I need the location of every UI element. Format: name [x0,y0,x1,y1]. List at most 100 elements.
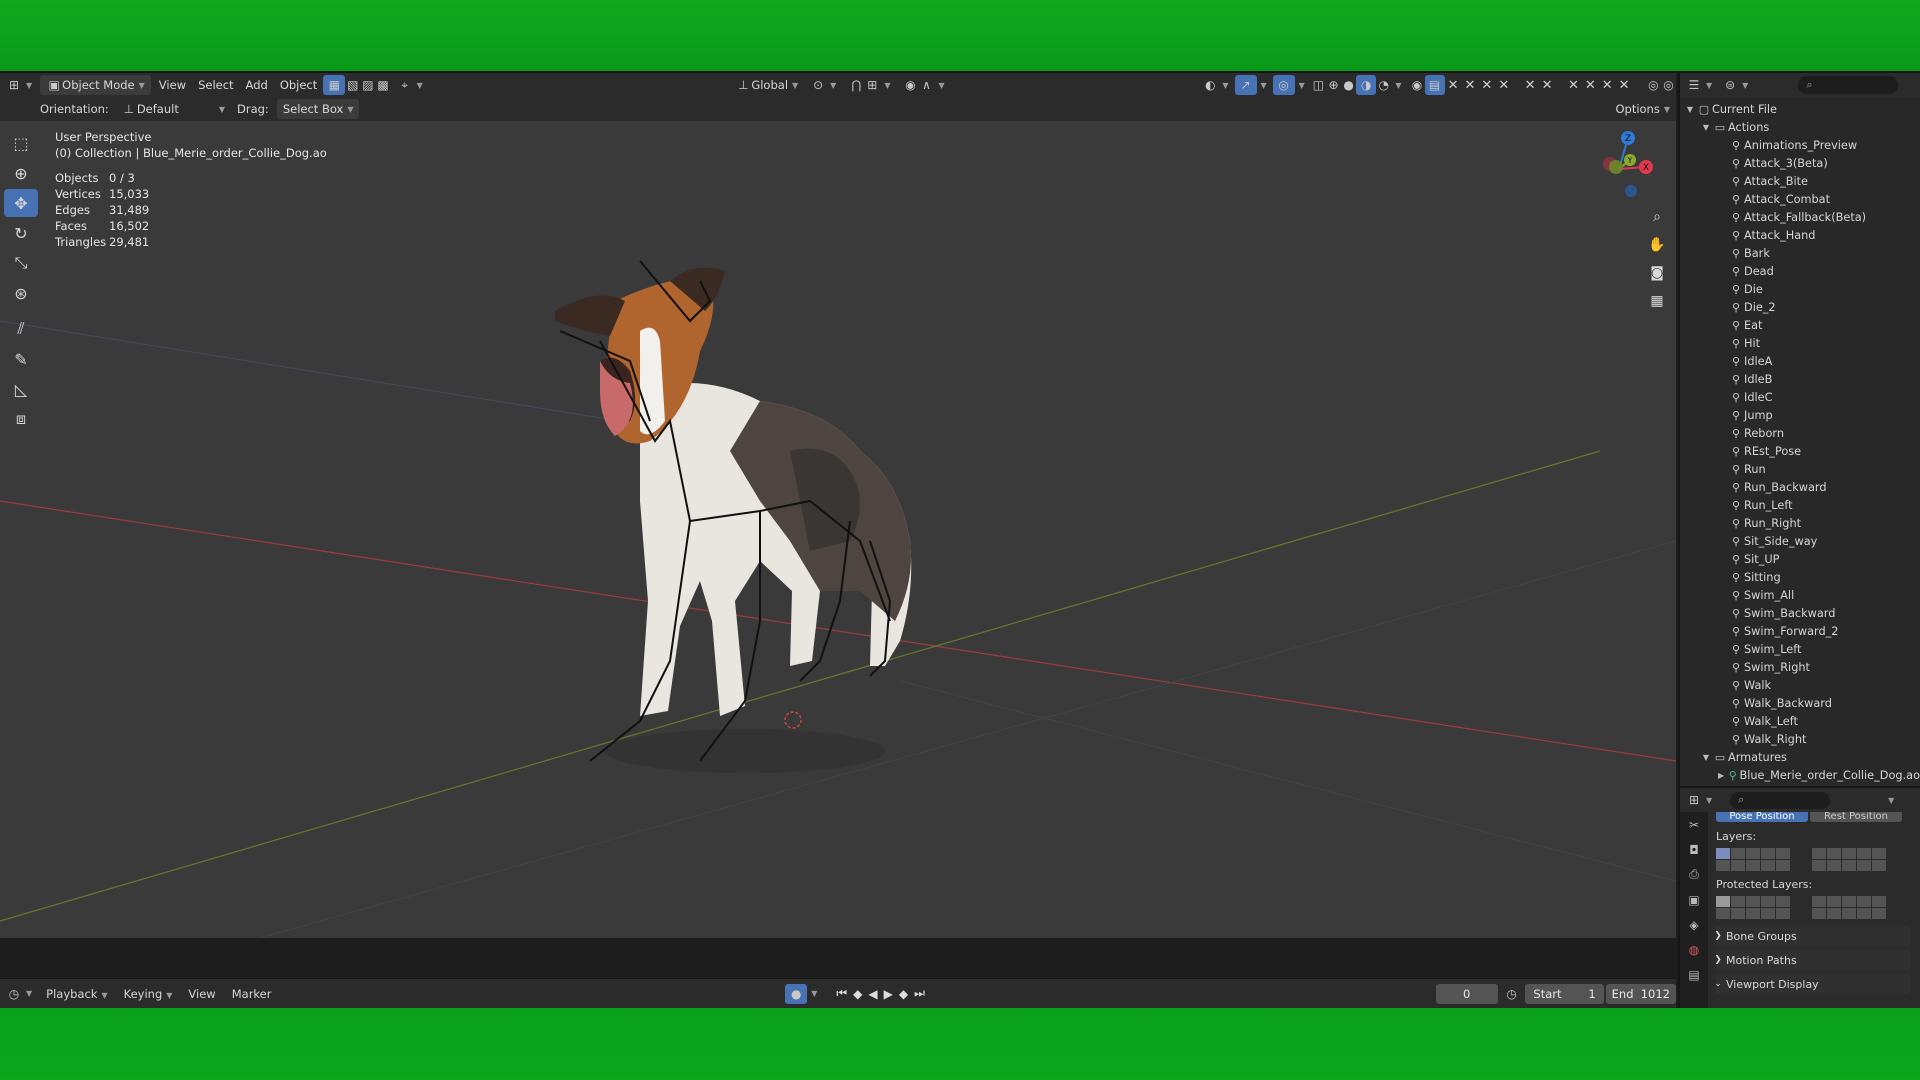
collection-tab-icon[interactable]: ▤ [1680,962,1708,987]
layers-grid-right[interactable] [1812,848,1886,871]
pan-hand-icon[interactable]: ✋ [1645,233,1669,257]
action-item[interactable]: ⚲ Hit [1680,334,1920,352]
jump-start-icon[interactable]: ⏮ [836,986,847,1001]
tree-root[interactable]: ▼ ▢ Current File [1680,100,1920,118]
action-item[interactable]: ⚲ Sit_UP [1680,550,1920,568]
viewport-display-panel[interactable]: ⌄ Viewport Display [1716,974,1910,994]
protected-layers-grid-right[interactable] [1812,896,1886,919]
outliner-editor-icon[interactable]: ☰ [1686,77,1702,93]
rest-position-button[interactable]: Rest Position [1810,812,1902,822]
select-box-tool[interactable]: ⬚ [4,129,38,157]
display-mode-icon[interactable]: ⊜ [1722,77,1738,93]
play-reverse-icon[interactable]: ◀ [868,987,877,1001]
jump-end-icon[interactable]: ⏭ [914,986,925,1001]
close-icon[interactable]: ✕ [1568,78,1579,93]
select-new-button[interactable]: ▦ [323,75,346,95]
select-invert-icon[interactable]: ▩ [376,77,391,93]
action-item[interactable]: ⚲ Walk_Right [1680,730,1920,748]
actions-group[interactable]: ▼ ▭ Actions [1680,118,1920,136]
render-region-icon[interactable]: ◎ [1646,77,1661,93]
output-tab-icon[interactable]: ⎙ [1680,862,1708,887]
properties-editor-icon[interactable]: ⊞ [1686,792,1702,808]
action-item[interactable]: ⚲ Attack_Fallback(Beta) [1680,208,1920,226]
playback-menu[interactable]: Playback ▼ [38,987,115,1001]
camera-icon[interactable]: ◙ [1645,261,1669,285]
action-item[interactable]: ⚲ Bark [1680,244,1920,262]
action-item[interactable]: ⚲ Swim_Backward [1680,604,1920,622]
select-menu[interactable]: Select [192,75,239,95]
select-extend-icon[interactable]: ▧ [345,77,360,93]
action-item[interactable]: ⚲ Swim_All [1680,586,1920,604]
close-icon[interactable]: ✕ [1619,78,1630,93]
transform-tool[interactable]: ⊛ [4,279,38,307]
show-gizmo-button[interactable]: ↗ [1234,75,1257,95]
cursor-tool[interactable]: ⊕ [4,159,38,187]
solid-shading-icon[interactable]: ● [1341,77,1356,93]
auto-keying-button[interactable]: ● [785,983,808,1004]
action-item[interactable]: ⚲ Eat [1680,316,1920,334]
protected-layers-grid-left[interactable] [1716,896,1790,919]
action-item[interactable]: ⚲ IdleC [1680,388,1920,406]
scene-tab-icon[interactable]: ◈ [1680,912,1708,937]
close-icon[interactable]: ✕ [1585,78,1596,93]
rendered-shading-icon[interactable]: ◔ [1376,77,1391,93]
action-item[interactable]: ⚲ Swim_Right [1680,658,1920,676]
outliner-search-input[interactable]: ⌕ [1798,76,1899,94]
action-item[interactable]: ⚲ Walk_Backward [1680,694,1920,712]
action-item[interactable]: ⚲ Run_Backward [1680,478,1920,496]
navigation-gizmo[interactable]: Z Y X [1584,127,1654,197]
action-item[interactable]: ⚲ Walk [1680,676,1920,694]
action-item[interactable]: ⚲ Reborn [1680,424,1920,442]
proportional-edit-dropdown[interactable]: ◉ ∧ ▼ [896,75,950,95]
drag-dropdown[interactable]: Select Box ▼ [276,99,360,119]
play-icon[interactable]: ▶ [884,987,893,1001]
armature-item[interactable]: ▶ ⚲ Blue_Merie_order_Collie_Dog.ao [1680,766,1920,784]
visibility-eye-icon[interactable]: ◉ [1409,77,1424,93]
pivot-dropdown[interactable]: ⊙ ▼ [804,75,842,95]
snap-menu[interactable]: ⌖ ▼ [391,75,429,95]
action-item[interactable]: ⚲ Swim_Forward_2 [1680,622,1920,640]
snap-dropdown[interactable]: ⋂ ⊞ ▼ [842,75,896,95]
select-subtract-icon[interactable]: ▨ [360,77,375,93]
pose-position-button[interactable]: Pose Position [1716,812,1808,822]
filter-button[interactable]: ▤ [1424,75,1445,95]
object-menu[interactable]: Object [274,75,323,95]
action-item[interactable]: ⚲ Attack_3(Beta) [1680,154,1920,172]
action-item[interactable]: ⚲ Run_Left [1680,496,1920,514]
keying-menu[interactable]: Keying ▼ [116,987,181,1001]
current-frame-field[interactable]: 0 [1435,983,1498,1004]
world-tab-icon[interactable]: ◍ [1680,937,1708,962]
preview-range-icon[interactable]: ◷ [1504,986,1520,1002]
action-item[interactable]: ⚲ IdleA [1680,352,1920,370]
show-overlays-button[interactable]: ◎ [1272,75,1295,95]
end-frame-field[interactable]: End 1012 [1605,983,1677,1004]
close-icon[interactable]: ✕ [1481,78,1492,93]
annotate-tool[interactable]: ⫽ [4,315,38,343]
action-item[interactable]: ⚲ Sitting [1680,568,1920,586]
close-icon[interactable]: ✕ [1525,78,1536,93]
measure-tool[interactable]: ◺ [4,375,38,403]
armatures-group[interactable]: ▼ ▭ Armatures [1680,748,1920,766]
action-item[interactable]: ⚲ Attack_Bite [1680,172,1920,190]
xray-icon[interactable]: ◫ [1311,77,1326,93]
close-icon[interactable]: ✕ [1498,78,1509,93]
action-item[interactable]: ⚲ Attack_Hand [1680,226,1920,244]
properties-search-input[interactable]: ⌕ [1730,791,1831,809]
action-item[interactable]: ⚲ Walk_Left [1680,712,1920,730]
grid-icon[interactable]: ▦ [1645,289,1669,313]
action-item[interactable]: ⚲ IdleB [1680,370,1920,388]
layers-grid-left[interactable] [1716,848,1790,871]
action-item[interactable]: ⚲ Animations_Preview [1680,136,1920,154]
timeline-view-menu[interactable]: View [180,987,223,1001]
close-icon[interactable]: ✕ [1448,78,1459,93]
close-icon[interactable]: ✕ [1465,78,1476,93]
view-menu[interactable]: View [153,75,192,95]
render-tab-icon[interactable]: ◘ [1680,837,1708,862]
zoom-icon[interactable]: ⌕ [1645,205,1669,229]
action-item[interactable]: ⚲ REst_Pose [1680,442,1920,460]
prev-keyframe-icon[interactable]: ◆ [853,987,862,1001]
add-cube-tool[interactable]: ⧈ [4,405,38,433]
action-item[interactable]: ⚲ Run [1680,460,1920,478]
close-icon[interactable]: ✕ [1602,78,1613,93]
options-dropdown[interactable]: Options ▼ [1609,99,1676,119]
